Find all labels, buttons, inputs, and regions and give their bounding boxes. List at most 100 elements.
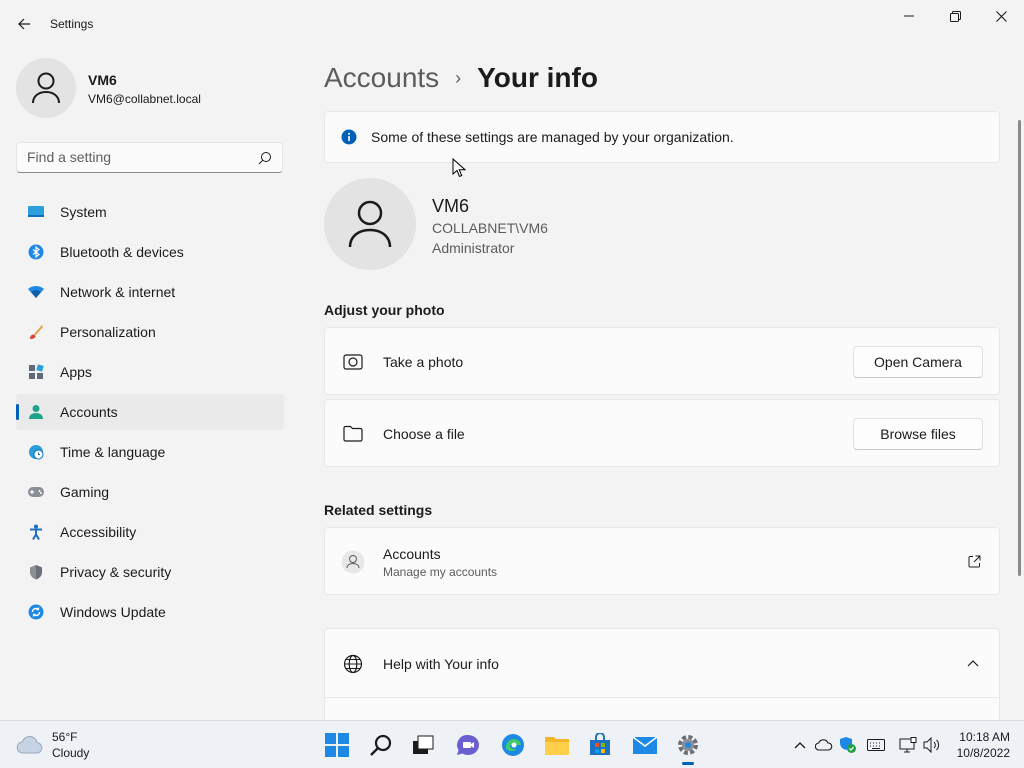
sidebar-item-label: Windows Update (60, 604, 166, 620)
sidebar-item-label: System (60, 204, 107, 220)
sidebar-item-windows-update[interactable]: Windows Update (16, 594, 284, 630)
chevron-up-icon (967, 660, 979, 667)
sidebar-item-label: Network & internet (60, 284, 176, 300)
sidebar-item-accessibility[interactable]: Accessibility (16, 514, 284, 550)
sidebar-item-label: Gaming (60, 484, 110, 500)
profile-email: VM6@collabnet.local (88, 92, 201, 106)
sidebar-item-bluetooth[interactable]: Bluetooth & devices (16, 234, 284, 270)
mail-button[interactable] (629, 729, 661, 761)
weather-temp: 56°F (52, 730, 78, 744)
brush-icon (26, 322, 46, 342)
sidebar-item-accounts[interactable]: Accounts (16, 394, 284, 430)
profile-name: VM6 (88, 72, 117, 88)
restore-button[interactable] (932, 0, 978, 32)
user-role: Administrator (432, 240, 515, 256)
title-bar: Settings (0, 0, 1024, 48)
sidebar-item-gaming[interactable]: Gaming (16, 474, 284, 510)
task-view-button[interactable] (407, 729, 439, 761)
mouse-cursor-icon (452, 158, 466, 178)
open-camera-button[interactable]: Open Camera (853, 346, 983, 378)
user-avatar (324, 178, 416, 270)
sidebar-item-network[interactable]: Network & internet (16, 274, 284, 310)
cloud-icon (16, 736, 43, 754)
related-accounts-label: Accounts (383, 546, 441, 562)
close-icon (995, 10, 1007, 22)
sidebar-item-time-language[interactable]: Time & language (16, 434, 284, 470)
restore-icon (949, 10, 961, 22)
weather-widget[interactable]: 56°F Cloudy (16, 729, 89, 761)
minimize-button[interactable] (886, 0, 932, 32)
onedrive-button[interactable] (814, 735, 834, 755)
taskbar-search-button[interactable] (365, 729, 397, 761)
sidebar-item-personalization[interactable]: Personalization (16, 314, 284, 350)
clock-date: 10/8/2022 (956, 746, 1010, 760)
settings-taskbar-button[interactable] (672, 729, 704, 765)
globe-clock-icon (26, 442, 46, 462)
section-title-related: Related settings (324, 502, 433, 518)
edge-icon (502, 734, 524, 756)
security-shield-icon (840, 737, 856, 753)
network-status-button[interactable] (898, 735, 918, 755)
mail-icon (632, 736, 658, 754)
breadcrumb-parent[interactable]: Accounts (324, 62, 439, 94)
wifi-icon (26, 282, 46, 302)
related-accounts-sub: Manage my accounts (383, 565, 498, 579)
profile-avatar[interactable] (16, 58, 76, 118)
minimize-icon (904, 15, 914, 17)
clock-time: 10:18 AM (959, 730, 1010, 744)
volume-button[interactable] (922, 735, 942, 755)
info-text: Some of these settings are managed by yo… (371, 129, 734, 145)
help-expander[interactable]: Help with Your info (324, 628, 1000, 720)
search-icon (258, 152, 271, 165)
edge-browser-button[interactable] (497, 729, 529, 761)
back-button[interactable] (10, 10, 38, 38)
take-photo-label: Take a photo (383, 354, 464, 370)
chat-icon (457, 734, 479, 755)
show-hidden-icons-button[interactable] (790, 735, 810, 755)
system-icon (26, 202, 46, 222)
teams-chat-button[interactable] (452, 729, 484, 761)
camera-icon (343, 354, 363, 370)
speaker-icon (923, 737, 940, 753)
keyboard-button[interactable] (866, 735, 886, 755)
store-button[interactable] (584, 729, 616, 761)
browse-files-button[interactable]: Browse files (853, 418, 983, 450)
search-icon (370, 734, 392, 756)
user-domain: COLLABNET\VM6 (432, 220, 548, 236)
choose-file-label: Choose a file (383, 426, 465, 442)
gamepad-icon (26, 482, 46, 502)
related-accounts-row[interactable]: Accounts Manage my accounts (324, 527, 1000, 595)
sidebar-item-apps[interactable]: Apps (16, 354, 284, 390)
open-external-icon (968, 555, 981, 568)
scrollbar[interactable] (1018, 120, 1021, 576)
help-label: Help with Your info (383, 656, 499, 672)
window-title: Settings (50, 17, 94, 31)
sidebar-item-label: Apps (60, 364, 92, 380)
user-name: VM6 (432, 196, 470, 216)
person-circle-icon (341, 550, 365, 574)
shield-icon (26, 562, 46, 582)
defender-button[interactable] (838, 735, 858, 755)
search-box[interactable] (16, 142, 283, 173)
clock[interactable]: 10:18 AM 10/8/2022 (957, 729, 1010, 761)
page-title: Your info (477, 62, 598, 93)
search-input[interactable] (27, 149, 247, 165)
help-divider (325, 697, 999, 698)
file-explorer-button[interactable] (541, 729, 573, 761)
gear-icon (678, 735, 698, 755)
sidebar-item-system[interactable]: System (16, 194, 284, 230)
accessibility-icon (26, 522, 46, 542)
sidebar-item-label: Privacy & security (60, 564, 172, 580)
close-button[interactable] (978, 0, 1024, 32)
chevron-up-icon (794, 742, 806, 749)
weather-desc: Cloudy (52, 746, 90, 760)
store-icon (590, 733, 610, 755)
start-button[interactable] (321, 729, 353, 761)
bluetooth-icon (26, 242, 46, 262)
sidebar-item-label: Bluetooth & devices (60, 244, 184, 260)
choose-file-row: Choose a file Browse files (324, 399, 1000, 467)
apps-icon (26, 362, 46, 382)
back-arrow-icon (18, 18, 30, 30)
sidebar-nav: System Bluetooth & devices Network & int… (16, 194, 284, 634)
sidebar-item-privacy[interactable]: Privacy & security (16, 554, 284, 590)
